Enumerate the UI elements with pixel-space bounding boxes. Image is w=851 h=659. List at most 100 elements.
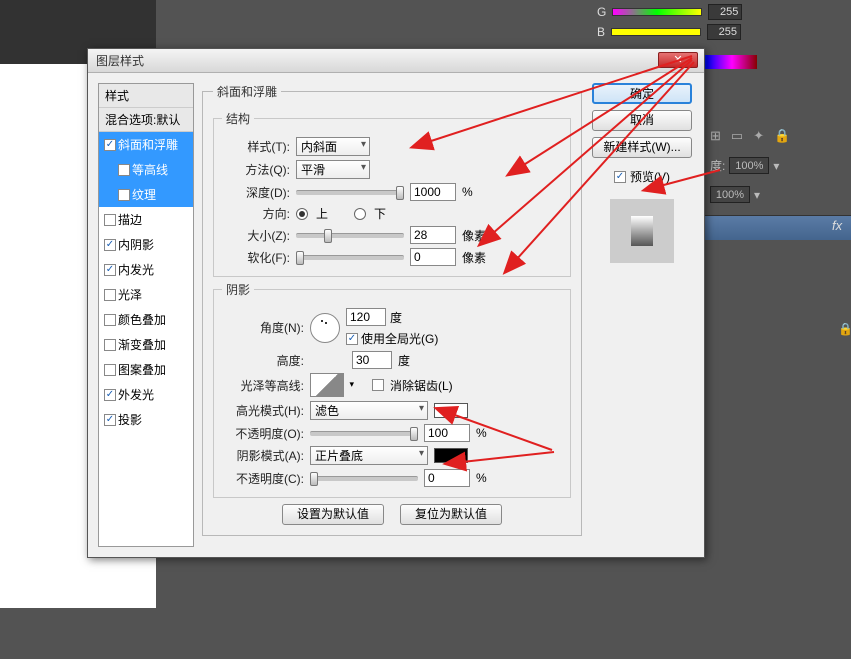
cancel-button[interactable]: 取消 — [592, 110, 692, 131]
style-label: 描边 — [118, 211, 142, 228]
main-settings: 斜面和浮雕 结构 样式(T): 内斜面 方法(Q): 平滑 深度(D): — [202, 83, 582, 547]
shadow-opacity-label: 不透明度(C): — [222, 470, 304, 487]
style-label: 纹理 — [132, 186, 156, 203]
shadow-color-swatch[interactable] — [434, 448, 468, 463]
structure-fieldset: 结构 样式(T): 内斜面 方法(Q): 平滑 深度(D): % — [213, 110, 571, 277]
reset-default-button[interactable]: 复位为默认值 — [400, 504, 502, 525]
new-style-button[interactable]: 新建样式(W)... — [592, 137, 692, 158]
style-label: 等高线 — [132, 161, 168, 178]
highlight-opacity-label: 不透明度(O): — [222, 425, 304, 442]
opacity-field-2[interactable]: ▾ — [710, 186, 760, 203]
shadow-opacity-slider[interactable] — [310, 476, 418, 481]
style-inner-shadow[interactable]: ✓ 内阴影 — [99, 232, 193, 257]
style-outer-glow[interactable]: ✓ 外发光 — [99, 382, 193, 407]
shadow-opacity-unit: % — [476, 471, 487, 485]
style-bevel[interactable]: ✓ 斜面和浮雕 — [99, 132, 193, 157]
style-label: 内阴影 — [118, 236, 154, 253]
global-light-label: 使用全局光(G) — [361, 330, 438, 347]
style-texture[interactable]: 纹理 — [99, 182, 193, 207]
color-panel: G B — [557, 0, 851, 52]
style-satin[interactable]: 光泽 — [99, 282, 193, 307]
b-label: B — [597, 25, 605, 39]
highlight-opacity-slider[interactable] — [310, 431, 418, 436]
dialog-titlebar[interactable]: 图层样式 ✕ — [88, 49, 704, 73]
style-label: 样式(T): — [222, 138, 290, 155]
global-light-checkbox[interactable]: ✓ — [346, 333, 358, 345]
blend-options[interactable]: 混合选项:默认 — [99, 108, 193, 132]
altitude-label: 高度: — [222, 352, 304, 369]
size-slider[interactable] — [296, 233, 404, 238]
altitude-input[interactable] — [352, 351, 392, 369]
technique-dropdown[interactable]: 平滑 — [296, 160, 370, 179]
direction-up-radio[interactable] — [296, 208, 308, 220]
layer-bar[interactable] — [699, 215, 851, 240]
style-drop-shadow[interactable]: ✓ 投影 — [99, 407, 193, 432]
checkbox-icon[interactable] — [118, 189, 130, 201]
g-label: G — [597, 5, 606, 19]
preview-checkbox[interactable]: ✓ — [614, 171, 626, 183]
style-pattern-overlay[interactable]: 图案叠加 — [99, 357, 193, 382]
shadow-mode-label: 阴影模式(A): — [222, 447, 304, 464]
g-value[interactable] — [708, 4, 742, 20]
set-default-button[interactable]: 设置为默认值 — [282, 504, 384, 525]
highlight-opacity-input[interactable] — [424, 424, 470, 442]
shadow-opacity-input[interactable] — [424, 469, 470, 487]
preview-checkbox-row[interactable]: ✓ 预览(V) — [614, 168, 670, 185]
depth-label: 深度(D): — [222, 184, 290, 201]
gloss-contour-picker[interactable] — [310, 373, 344, 397]
style-list-header[interactable]: 样式 — [99, 84, 193, 108]
fx-icon[interactable]: fx — [832, 218, 842, 233]
shading-legend: 阴影 — [222, 281, 254, 298]
soften-slider[interactable] — [296, 255, 404, 260]
highlight-mode-dropdown[interactable]: 滤色 — [310, 401, 428, 420]
style-label: 斜面和浮雕 — [118, 136, 178, 153]
angle-input[interactable] — [346, 308, 386, 326]
close-button[interactable]: ✕ — [658, 52, 698, 68]
style-gradient-overlay[interactable]: 渐变叠加 — [99, 332, 193, 357]
style-dropdown[interactable]: 内斜面 — [296, 137, 370, 156]
highlight-color-swatch[interactable] — [434, 403, 468, 418]
checkbox-icon[interactable]: ✓ — [104, 239, 116, 251]
style-list: 样式 混合选项:默认 ✓ 斜面和浮雕 等高线 纹理 描边 ✓ 内阴影 — [98, 83, 194, 547]
structure-legend: 结构 — [222, 110, 254, 127]
direction-down-radio[interactable] — [354, 208, 366, 220]
angle-dial[interactable] — [310, 313, 340, 343]
antialias-checkbox[interactable] — [372, 379, 384, 391]
depth-input[interactable] — [410, 183, 456, 201]
style-label: 光泽 — [118, 286, 142, 303]
lock-icon[interactable]: 🔒 — [838, 322, 851, 336]
highlight-opacity-unit: % — [476, 426, 487, 440]
ok-button[interactable]: 确定 — [592, 83, 692, 104]
checkbox-icon[interactable] — [104, 314, 116, 326]
angle-unit: 度 — [390, 309, 402, 326]
bevel-legend: 斜面和浮雕 — [213, 83, 281, 100]
size-input[interactable] — [410, 226, 456, 244]
size-unit: 像素 — [462, 227, 486, 244]
angle-label: 角度(N): — [222, 319, 304, 336]
checkbox-icon[interactable]: ✓ — [104, 264, 116, 276]
style-contour[interactable]: 等高线 — [99, 157, 193, 182]
checkbox-icon[interactable]: ✓ — [104, 389, 116, 401]
checkbox-icon[interactable]: ✓ — [104, 139, 116, 151]
style-color-overlay[interactable]: 颜色叠加 — [99, 307, 193, 332]
checkbox-icon[interactable] — [118, 164, 130, 176]
checkbox-icon[interactable] — [104, 339, 116, 351]
checkbox-icon[interactable]: ✓ — [104, 414, 116, 426]
style-label: 颜色叠加 — [118, 311, 166, 328]
b-value[interactable] — [707, 24, 741, 40]
checkbox-icon[interactable] — [104, 214, 116, 226]
shadow-mode-dropdown[interactable]: 正片叠底 — [310, 446, 428, 465]
opacity-field-1[interactable]: 度:▾ — [710, 157, 779, 174]
style-inner-glow[interactable]: ✓ 内发光 — [99, 257, 193, 282]
soften-input[interactable] — [410, 248, 456, 266]
checkbox-icon[interactable] — [104, 289, 116, 301]
g-slider[interactable] — [612, 8, 702, 16]
style-label: 内发光 — [118, 261, 154, 278]
preview-label: 预览(V) — [630, 168, 670, 185]
checkbox-icon[interactable] — [104, 364, 116, 376]
layer-style-dialog: 图层样式 ✕ 样式 混合选项:默认 ✓ 斜面和浮雕 等高线 纹理 描边 — [87, 48, 705, 558]
soften-label: 软化(F): — [222, 249, 290, 266]
style-stroke[interactable]: 描边 — [99, 207, 193, 232]
depth-slider[interactable] — [296, 190, 404, 195]
b-slider[interactable] — [611, 28, 701, 36]
